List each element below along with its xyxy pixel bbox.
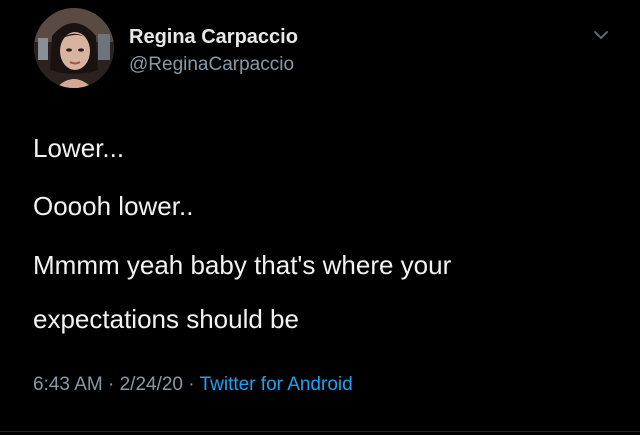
tweet-card: Regina Carpaccio @ReginaCarpaccio Lower.…	[0, 0, 640, 435]
divider	[0, 431, 640, 432]
tweet-time[interactable]: 6:43 AM	[33, 374, 103, 395]
author-display-name[interactable]: Regina Carpaccio	[129, 26, 298, 49]
avatar-photo	[34, 8, 114, 88]
chevron-down-icon[interactable]	[590, 24, 612, 46]
author-handle[interactable]: @ReginaCarpaccio	[129, 54, 294, 76]
tweet-date[interactable]: 2/24/20	[120, 374, 183, 395]
tweet-metadata: 6:43 AM · 2/24/20 · Twitter for Android	[33, 374, 353, 396]
meta-separator: ·	[183, 374, 200, 395]
tweet-text-line: Mmmm yeah baby that's where your	[33, 250, 452, 280]
tweet-source-link[interactable]: Twitter for Android	[200, 374, 353, 395]
meta-separator: ·	[102, 374, 120, 395]
tweet-text-line: expectations should be	[33, 304, 299, 334]
tweet-text-line: Ooooh lower..	[33, 191, 194, 221]
tweet-text-line: Lower...	[33, 133, 125, 163]
avatar[interactable]	[34, 8, 114, 88]
